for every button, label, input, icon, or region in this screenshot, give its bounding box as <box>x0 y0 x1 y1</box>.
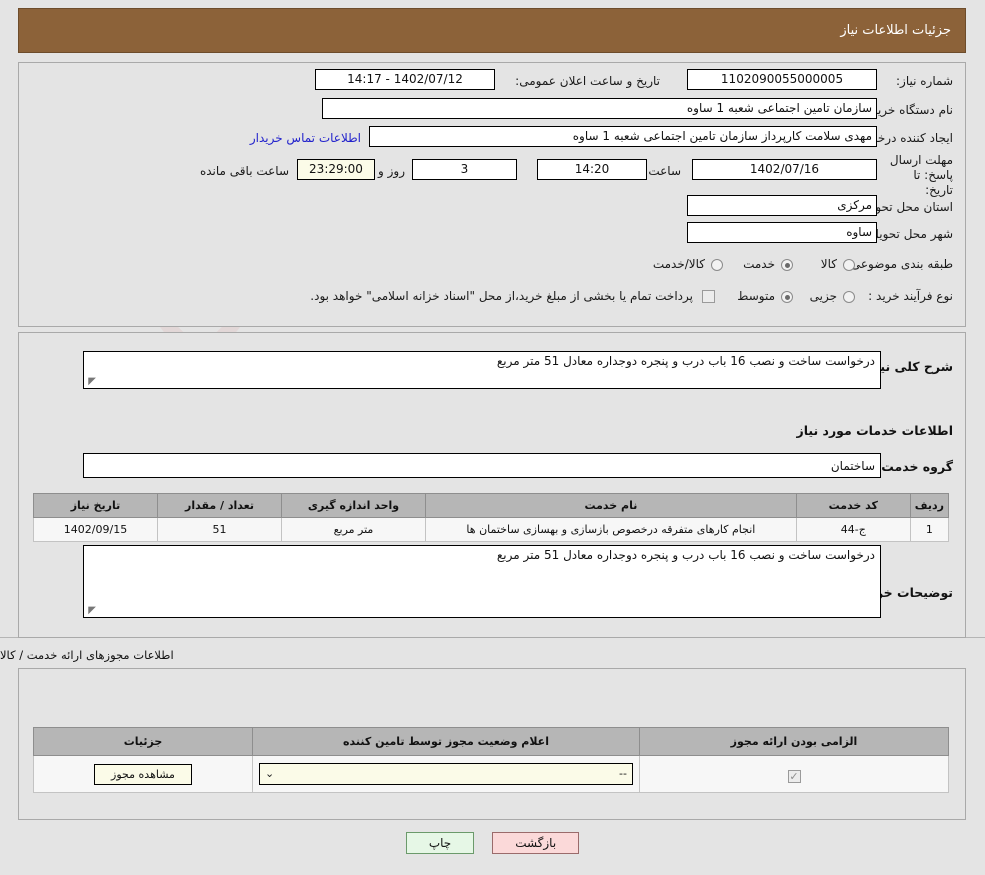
buyer-contact-link[interactable]: اطلاعات تماس خریدار <box>250 131 361 145</box>
radio-process-jozei[interactable] <box>843 291 855 303</box>
cell-license-details[interactable]: مشاهده مجوز <box>33 755 253 793</box>
general-description-value: درخواست ساخت و نصب 16 باب درب و پنجره دو… <box>496 354 875 368</box>
delivery-province-value: مرکزی <box>687 195 877 216</box>
cell-quantity: 51 <box>157 517 282 542</box>
col-row: ردیف <box>909 493 950 518</box>
deadline-time-value: 14:20 <box>537 159 647 180</box>
col-need-date: تاریخ نیاز <box>33 493 158 518</box>
cell-need-date: 1402/09/15 <box>33 517 158 542</box>
licenses-caption-wrap: اطلاعات مجوزهای ارائه خدمت / کالا <box>0 648 966 662</box>
radio-category-kala-khedmat-label: کالا/خدمت <box>652 257 705 271</box>
col-license-status: اعلام وضعیت مجوز توسط تامین کننده <box>252 727 640 756</box>
need-number-label: شماره نیاز: <box>896 74 953 88</box>
radio-process-motevaset[interactable] <box>781 291 793 303</box>
back-button[interactable]: بازگشت <box>492 832 580 854</box>
cell-license-required: ✓ <box>639 755 949 793</box>
page-title-bar: جزئیات اطلاعات نیاز <box>18 8 966 53</box>
print-button[interactable]: چاپ <box>405 832 475 854</box>
deadline-date-value: 1402/07/16 <box>692 159 877 180</box>
license-required-checkbox: ✓ <box>787 769 801 783</box>
radio-category-khedmat[interactable] <box>781 259 793 271</box>
need-description-panel: شرح کلی نیاز: درخواست ساخت و نصب 16 باب … <box>18 332 966 638</box>
footer-actions: بازگشت چاپ <box>0 832 985 854</box>
islamic-treasury-note: پرداخت تمام یا بخشی از مبلغ خرید،از محل … <box>310 289 693 303</box>
radio-category-kala-label: کالا <box>820 257 837 271</box>
subject-category-label: طبقه بندی موضوعی: <box>846 257 953 271</box>
licenses-header-row: الزامی بودن ارائه مجوز اعلام وضعیت مجوز … <box>33 727 949 756</box>
cell-row: 1 <box>909 517 950 542</box>
chevron-down-icon[interactable]: ⌄ <box>265 764 274 784</box>
table-row[interactable]: 1 ج-44 انجام کارهای متفرقه درخصوص بازساز… <box>33 517 950 542</box>
need-info-panel: شماره نیاز: 1102090055000005 تاریخ و ساع… <box>18 62 966 327</box>
delivery-city-value: ساوه <box>687 222 877 243</box>
licenses-panel: الزامی بودن ارائه مجوز اعلام وضعیت مجوز … <box>18 668 966 820</box>
buyer-notes-value: درخواست ساخت و نصب 16 باب درب و پنجره دو… <box>496 548 875 562</box>
resize-grip-icon-notes[interactable]: ◤ <box>86 606 96 616</box>
delivery-city-label: شهر محل تحویل: <box>866 227 953 241</box>
page-title: جزئیات اطلاعات نیاز <box>840 23 951 38</box>
col-license-details: جزئیات <box>33 727 253 756</box>
announce-datetime-label: تاریخ و ساعت اعلان عمومی: <box>515 74 660 88</box>
general-description-box[interactable]: درخواست ساخت و نصب 16 باب درب و پنجره دو… <box>83 351 881 389</box>
view-license-button[interactable]: مشاهده مجوز <box>94 763 192 785</box>
remaining-time-value: 23:29:00 <box>297 159 375 180</box>
cell-service-code: ج-44 <box>795 517 911 542</box>
cell-unit: متر مربع <box>281 517 426 542</box>
col-service-code: کد خدمت <box>795 493 911 518</box>
license-status-value: -- <box>619 767 627 780</box>
need-number-value: 1102090055000005 <box>687 69 877 90</box>
hour-label: ساعت <box>648 164 681 178</box>
col-license-required: الزامی بودن ارائه مجوز <box>639 727 949 756</box>
service-group-label: گروه خدمت: <box>876 459 953 474</box>
days-label: روز و <box>378 164 405 178</box>
services-table: ردیف کد خدمت نام خدمت واحد اندازه گیری ت… <box>33 493 950 542</box>
services-section-title: اطلاعات خدمات مورد نیاز <box>796 423 954 438</box>
buyer-org-value: سازمان تامین اجتماعی شعبه 1 ساوه <box>322 98 877 119</box>
table-header-row: ردیف کد خدمت نام خدمت واحد اندازه گیری ت… <box>33 493 950 518</box>
col-service-name: نام خدمت <box>425 493 797 518</box>
license-status-select[interactable]: -- ⌄ <box>259 763 633 785</box>
cell-license-status[interactable]: -- ⌄ <box>252 755 640 793</box>
radio-category-kala-khedmat[interactable] <box>711 259 723 271</box>
radio-category-kala[interactable] <box>843 259 855 271</box>
radio-process-jozei-label: جزیی <box>809 289 837 303</box>
radio-category-khedmat-label: خدمت <box>743 257 775 271</box>
buyer-notes-box[interactable]: درخواست ساخت و نصب 16 باب درب و پنجره دو… <box>83 545 881 618</box>
response-deadline-label: مهلت ارسال پاسخ: تا تاریخ: <box>889 153 953 197</box>
remaining-hours-label: ساعت باقی مانده <box>199 164 289 178</box>
service-group-box[interactable]: ساختمان <box>83 453 881 478</box>
col-unit: واحد اندازه گیری <box>281 493 426 518</box>
remaining-days-value: 3 <box>412 159 517 180</box>
announce-datetime-value: 1402/07/12 - 14:17 <box>315 69 495 90</box>
request-creator-value: مهدی سلامت کارپرداز سازمان تامین اجتماعی… <box>369 126 877 147</box>
cell-service-name: انجام کارهای متفرقه درخصوص بازسازی و بهس… <box>425 517 797 542</box>
col-quantity: تعداد / مقدار <box>157 493 282 518</box>
purchase-process-label: نوع فرآیند خرید : <box>868 289 953 303</box>
licenses-table: الزامی بودن ارائه مجوز اعلام وضعیت مجوز … <box>33 727 949 793</box>
licenses-caption: اطلاعات مجوزهای ارائه خدمت / کالا <box>0 648 174 662</box>
radio-process-motevaset-label: متوسط <box>737 289 775 303</box>
resize-grip-icon[interactable]: ◤ <box>86 377 96 387</box>
licenses-row[interactable]: ✓ -- ⌄ مشاهده مجوز <box>33 755 949 793</box>
islamic-treasury-checkbox[interactable] <box>702 290 715 303</box>
service-group-value: ساختمان <box>830 459 875 473</box>
